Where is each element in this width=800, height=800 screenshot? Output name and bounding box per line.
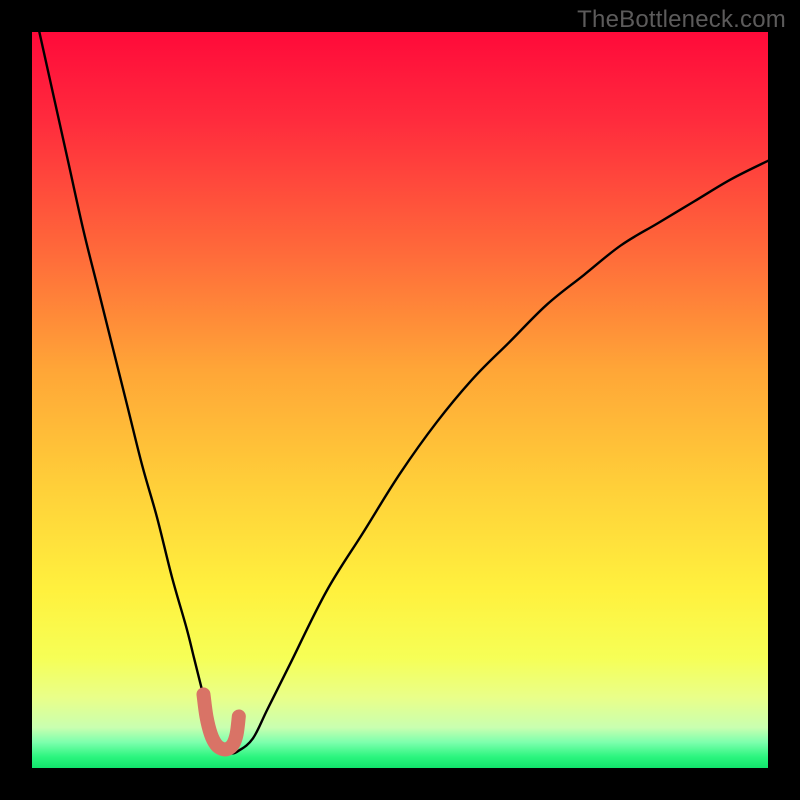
chart-frame: [32, 32, 768, 768]
bottleneck-plot: [32, 32, 768, 768]
watermark-text: TheBottleneck.com: [577, 6, 786, 34]
gradient-background: [32, 32, 768, 768]
